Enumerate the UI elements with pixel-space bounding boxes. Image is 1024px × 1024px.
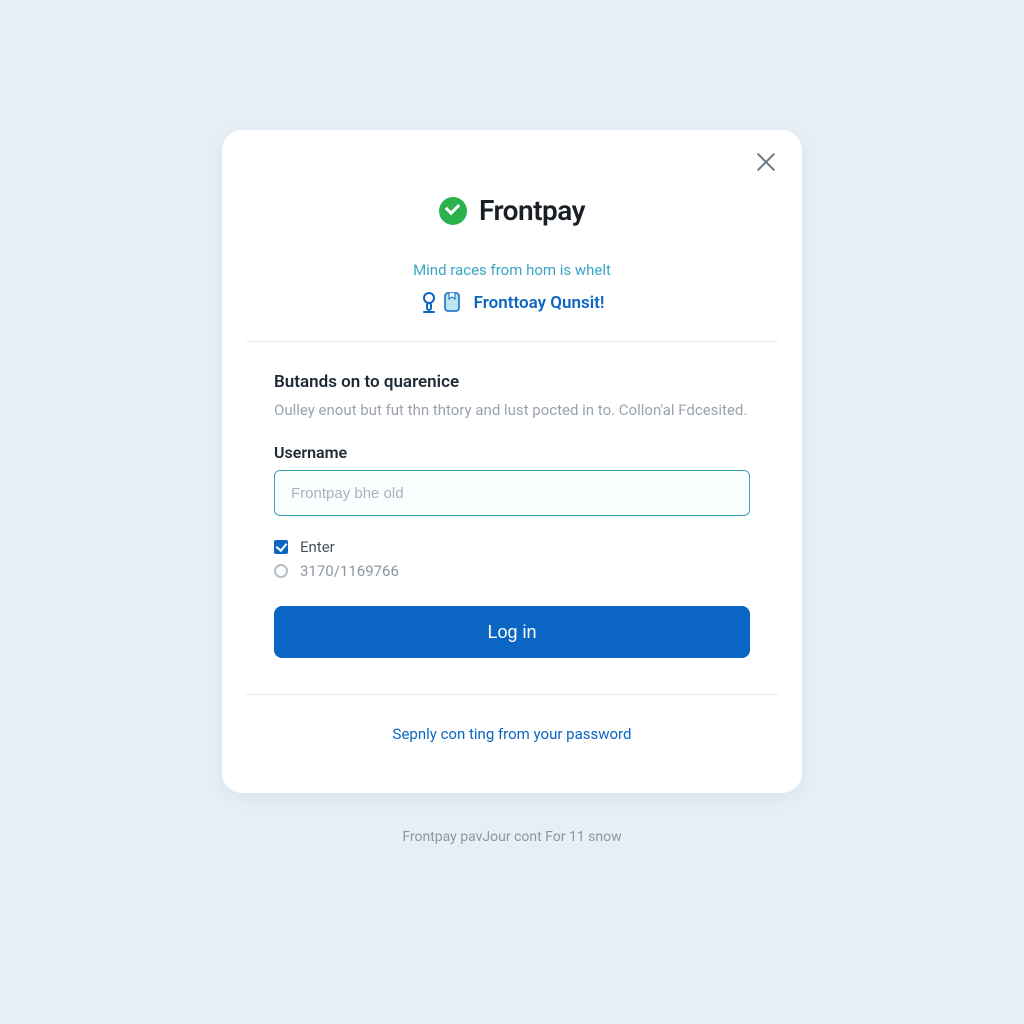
username-label: Username <box>274 443 750 462</box>
login-card: Frontpay Mind races from hom is whelt Fr… <box>222 130 802 793</box>
option-alt-label: 3170/1169766 <box>300 562 399 580</box>
brand-name: Frontpay <box>479 194 585 227</box>
close-icon[interactable] <box>752 148 780 176</box>
option-alt[interactable]: 3170/1169766 <box>274 562 750 580</box>
trophy-icon <box>420 291 440 315</box>
promo-icons <box>420 291 462 315</box>
divider <box>246 341 778 342</box>
check-circle-icon <box>439 197 467 225</box>
forgot-password-link[interactable]: Sepnly con ting from your password <box>274 725 750 743</box>
ticket-icon <box>444 292 462 314</box>
promo: Fronttoay Qunsit! <box>274 291 750 315</box>
divider <box>246 694 778 695</box>
checkbox-icon <box>274 540 288 554</box>
radio-icon <box>274 564 288 578</box>
option-enter[interactable]: Enter <box>274 538 750 556</box>
tagline: Mind races from hom is whelt <box>274 261 750 279</box>
page-footer: Frontpay pavJour cont For 11 snow <box>402 829 621 845</box>
login-button[interactable]: Log in <box>274 606 750 658</box>
intro-subtitle: Oulley enout but fut thn thtory and lust… <box>274 400 750 421</box>
login-options: Enter 3170/1169766 <box>274 538 750 580</box>
brand: Frontpay <box>274 194 750 227</box>
username-input[interactable] <box>274 470 750 516</box>
promo-text: Fronttoay Qunsit! <box>474 293 605 313</box>
option-enter-label: Enter <box>300 538 335 556</box>
intro-title: Butands on to quarenice <box>274 372 750 392</box>
